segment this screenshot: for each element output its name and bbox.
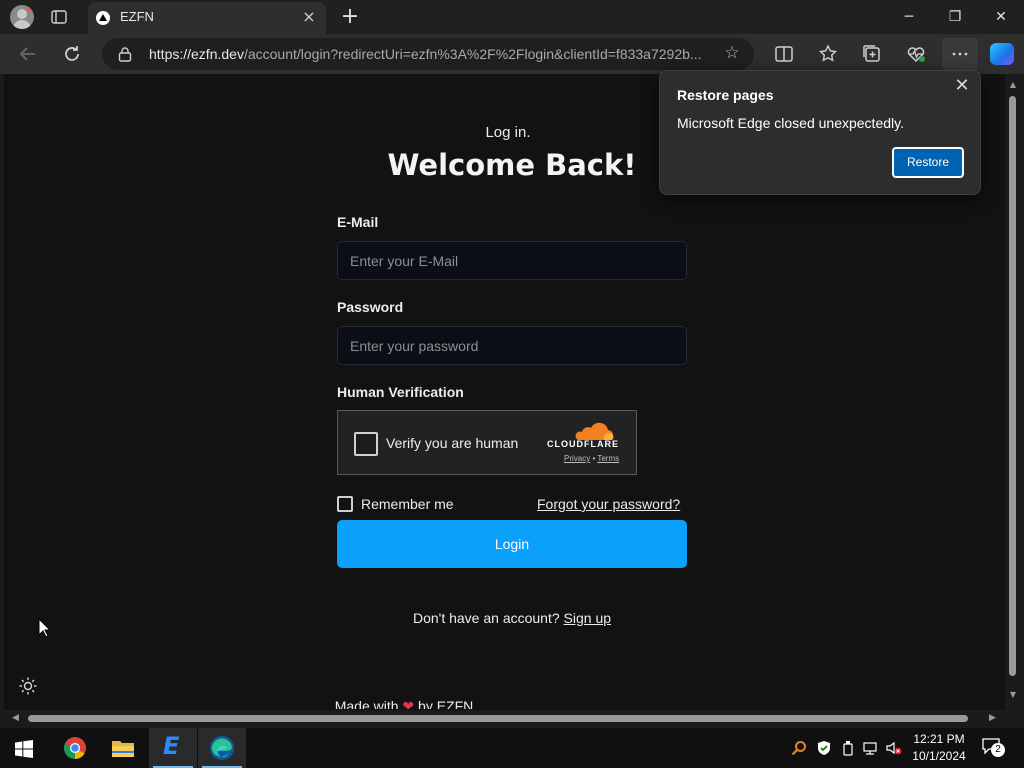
verify-text: Verify you are human [386,435,519,451]
minimize-button[interactable]: ─ [886,4,932,30]
scroll-up-arrow-icon[interactable]: ▲ [1008,80,1018,89]
cloudflare-logo-text: CLOUDFLARE [547,439,619,449]
folder-icon [112,741,134,757]
tab-close-icon[interactable]: × [300,8,318,26]
chrome-icon [63,737,86,759]
browser-essentials-icon[interactable] [904,42,928,66]
usb-device-icon[interactable] [840,740,856,756]
password-field[interactable] [337,326,687,365]
browser-tab[interactable]: EZFN × [88,2,326,34]
close-window-button[interactable]: ✕ [978,4,1024,30]
tab-title: EZFN [120,9,154,24]
taskbar-edge[interactable] [198,728,246,768]
back-arrow-icon[interactable] [16,42,40,66]
cloudflare-turnstile-widget: Verify you are human CLOUDFLARE Privacy … [337,410,637,475]
favorites-icon[interactable] [816,42,840,66]
refresh-icon[interactable] [60,42,84,66]
email-field[interactable] [337,241,687,280]
popup-close-icon[interactable]: ✕ [952,76,972,96]
popup-title: Restore pages [677,87,774,103]
vertical-scrollbar[interactable]: ▲ ▼ [1005,74,1024,710]
profile-avatar-icon[interactable] [10,5,34,29]
password-input[interactable] [338,327,686,364]
clock-time: 12:21 PM [913,732,965,746]
horizontal-scrollbar[interactable]: ◀ ▶ [4,710,1005,728]
url-domain: https://ezfn.dev [149,46,244,62]
vertical-scroll-thumb[interactable] [1009,96,1016,676]
more-dots-icon [952,52,968,56]
navigation-bar: https://ezfn.dev/account/login?redirectU… [0,34,1024,74]
signup-prompt: Don't have an account? Sign up [0,610,1024,626]
volume-muted-icon[interactable] [886,740,902,756]
lock-icon[interactable] [118,46,132,62]
tab-actions-icon[interactable] [50,8,68,26]
action-center-button[interactable]: 2 [982,738,1005,758]
login-button[interactable]: Login [337,520,687,568]
cloudflare-legal-links: Privacy • Terms [564,454,619,463]
signup-link[interactable]: Sign up [564,610,611,626]
scroll-down-arrow-icon[interactable]: ▼ [1008,690,1018,699]
windows-start-icon[interactable] [15,740,33,758]
popup-message: Microsoft Edge closed unexpectedly. [677,115,904,131]
restore-button[interactable]: Restore [892,147,964,178]
windows-taskbar: E 12:21 PM 10/1/2024 2 [0,728,1024,768]
password-label: Password [337,299,404,315]
maximize-button[interactable]: ❐ [932,4,978,30]
url-path: /account/login?redirectUri=ezfn%3A%2F%2F… [243,46,702,62]
email-input[interactable] [338,242,686,279]
sun-theme-toggle-icon[interactable] [18,676,38,696]
taskbar-chrome[interactable] [51,728,99,768]
url-text[interactable]: https://ezfn.dev/account/login?redirectU… [149,46,709,62]
network-icon[interactable] [863,740,879,756]
new-tab-button[interactable]: + [338,4,362,30]
remember-me-checkbox[interactable] [337,496,353,512]
split-screen-icon[interactable] [772,42,796,66]
notification-count-badge: 2 [991,743,1005,757]
horizontal-scroll-thumb[interactable] [28,715,968,722]
legal-separator: • [592,454,596,463]
search-magnifier-icon[interactable] [791,740,807,756]
remember-me-label: Remember me [361,496,454,512]
taskbar-ezfn[interactable]: E [149,728,197,768]
forgot-password-link[interactable]: Forgot your password? [537,496,680,512]
restore-pages-popup: Restore pages Microsoft Edge closed unex… [659,70,981,195]
terms-link[interactable]: Terms [597,454,619,463]
edge-icon [210,736,234,760]
taskbar-file-explorer[interactable] [99,728,147,768]
mouse-cursor-icon [38,618,50,638]
clock-date: 10/1/2024 [912,749,966,763]
privacy-link[interactable]: Privacy [564,454,590,463]
address-bar[interactable]: https://ezfn.dev/account/login?redirectU… [102,38,754,70]
collections-icon[interactable] [860,42,884,66]
ezfn-app-icon: E [163,732,180,760]
email-label: E-Mail [337,214,379,230]
system-clock[interactable]: 12:21 PM 10/1/2024 [908,731,970,765]
security-shield-icon[interactable] [816,740,832,756]
ezfn-favicon-icon [96,11,110,25]
tab-bar: EZFN × + ─ ❐ ✕ [0,0,1024,34]
favorite-star-icon[interactable]: ☆ [722,43,742,63]
settings-more-button[interactable] [942,38,978,70]
signup-prompt-text: Don't have an account? [412,610,560,626]
scroll-left-arrow-icon[interactable]: ◀ [12,713,19,723]
scroll-right-arrow-icon[interactable]: ▶ [989,713,996,723]
human-verification-label: Human Verification [337,384,464,400]
copilot-icon[interactable] [990,43,1014,65]
verify-checkbox[interactable] [354,432,378,456]
